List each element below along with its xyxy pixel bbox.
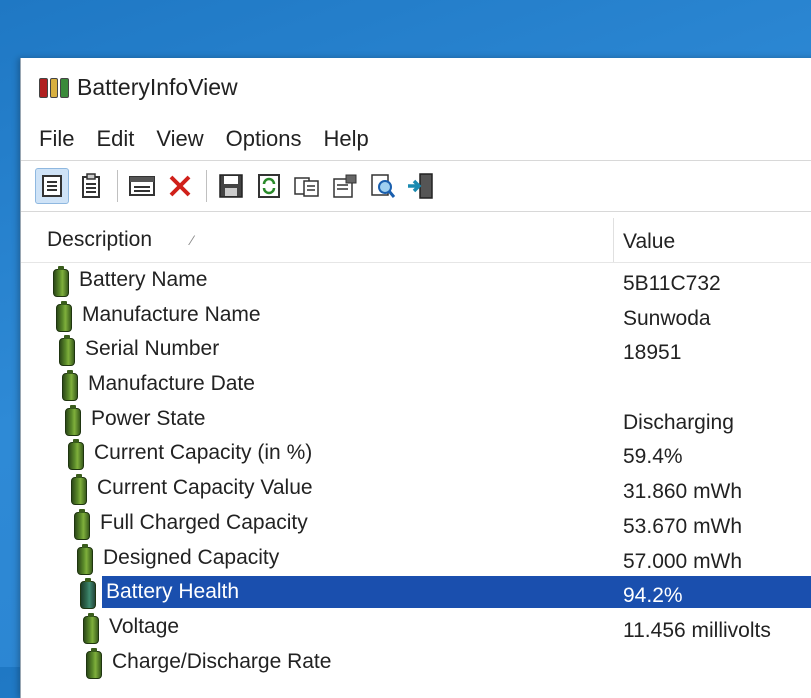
find-icon[interactable] xyxy=(367,169,399,203)
row-label: Full Charged Capacity xyxy=(100,510,308,534)
battery-app-icon xyxy=(39,78,70,98)
row-value: 18951 xyxy=(623,341,682,365)
row-label: Current Capacity Value xyxy=(97,476,313,500)
table-row[interactable]: Current Capacity (in %) 59.4% xyxy=(21,437,811,472)
menu-edit[interactable]: Edit xyxy=(96,126,134,152)
row-label: Manufacture Name xyxy=(82,302,261,326)
properties-icon[interactable] xyxy=(35,168,69,204)
table-row[interactable]: Manufacture Date xyxy=(21,368,811,403)
table-row[interactable]: Designed Capacity 57.000 mWh xyxy=(21,542,811,577)
table-row[interactable]: Full Charged Capacity 53.670 mWh xyxy=(21,507,811,542)
battery-icon xyxy=(74,508,90,540)
options-icon[interactable] xyxy=(329,169,361,203)
menu-bar: File Edit View Options Help xyxy=(21,120,811,158)
window-title: BatteryInfoView xyxy=(77,74,238,100)
html-report-icon[interactable] xyxy=(126,169,158,203)
title-bar[interactable]: BatteryInfoView xyxy=(21,58,811,118)
row-label: Charge/Discharge Rate xyxy=(112,649,332,673)
row-value: 53.670 mWh xyxy=(623,514,743,538)
sort-indicator-icon: ⁄ xyxy=(191,232,194,248)
battery-icon xyxy=(53,266,69,297)
copy-icon[interactable] xyxy=(291,169,323,203)
row-label: Voltage xyxy=(109,614,180,638)
column-header-description[interactable]: Description xyxy=(47,228,152,252)
table-row[interactable]: Charge/Discharge Rate xyxy=(21,646,811,681)
list-header: Description ⁄ Value xyxy=(21,218,811,263)
battery-info-list: Battery Name 5B11C732 Manufacture Name Sunw… xyxy=(21,264,811,680)
menu-file[interactable]: File xyxy=(39,126,74,152)
row-label: Current Capacity (in %) xyxy=(94,441,313,465)
copy-report-icon[interactable] xyxy=(75,169,107,203)
app-window: BatteryInfoView File Edit View Options H… xyxy=(20,58,811,698)
refresh-icon[interactable] xyxy=(253,169,285,203)
battery-icon xyxy=(71,474,87,506)
row-value: 59.4% xyxy=(623,445,683,469)
row-value: 94.2% xyxy=(623,584,683,608)
row-value: Discharging xyxy=(623,410,734,434)
row-value: 57.000 mWh xyxy=(623,549,743,573)
battery-icon xyxy=(56,300,72,332)
row-label: Designed Capacity xyxy=(103,545,280,569)
table-row[interactable]: Power State Discharging xyxy=(21,403,811,438)
menu-help[interactable]: Help xyxy=(324,126,369,152)
toolbar-separator xyxy=(206,170,207,202)
battery-icon xyxy=(65,404,81,436)
battery-icon xyxy=(68,439,84,471)
battery-icon xyxy=(86,647,102,679)
table-row[interactable]: Battery Name 5B11C732 xyxy=(21,264,811,299)
table-row[interactable]: Current Capacity Value 31.860 mWh xyxy=(21,472,811,507)
column-header-value[interactable]: Value xyxy=(623,230,675,254)
row-value: 11.456 millivolts xyxy=(623,618,771,642)
row-label: Battery Name xyxy=(79,268,208,291)
row-label: Manufacture Date xyxy=(88,372,255,396)
menu-options[interactable]: Options xyxy=(226,126,302,152)
column-divider[interactable] xyxy=(613,218,614,262)
row-label: Battery Health xyxy=(106,580,240,604)
toolbar-separator xyxy=(117,170,118,202)
row-label: Power State xyxy=(91,406,206,430)
table-row[interactable]: Battery Health 94.2% xyxy=(21,576,811,611)
row-value: 5B11C732 xyxy=(623,272,721,295)
battery-icon xyxy=(62,370,78,402)
battery-icon xyxy=(80,578,96,610)
toolbar xyxy=(21,160,811,212)
row-value: 31.860 mWh xyxy=(623,480,743,504)
table-row[interactable]: Manufacture Name Sunwoda xyxy=(21,299,811,334)
battery-icon xyxy=(77,543,93,575)
row-value: Sunwoda xyxy=(623,306,711,330)
table-row[interactable]: Serial Number 18951 xyxy=(21,333,811,368)
save-icon[interactable] xyxy=(215,169,247,203)
exit-icon[interactable] xyxy=(405,169,437,203)
battery-icon xyxy=(59,335,75,367)
battery-icon xyxy=(83,612,99,644)
row-label: Serial Number xyxy=(85,337,220,361)
table-row[interactable]: Voltage 11.456 millivolts xyxy=(21,611,811,646)
delete-icon[interactable] xyxy=(164,169,196,203)
menu-view[interactable]: View xyxy=(156,126,203,152)
